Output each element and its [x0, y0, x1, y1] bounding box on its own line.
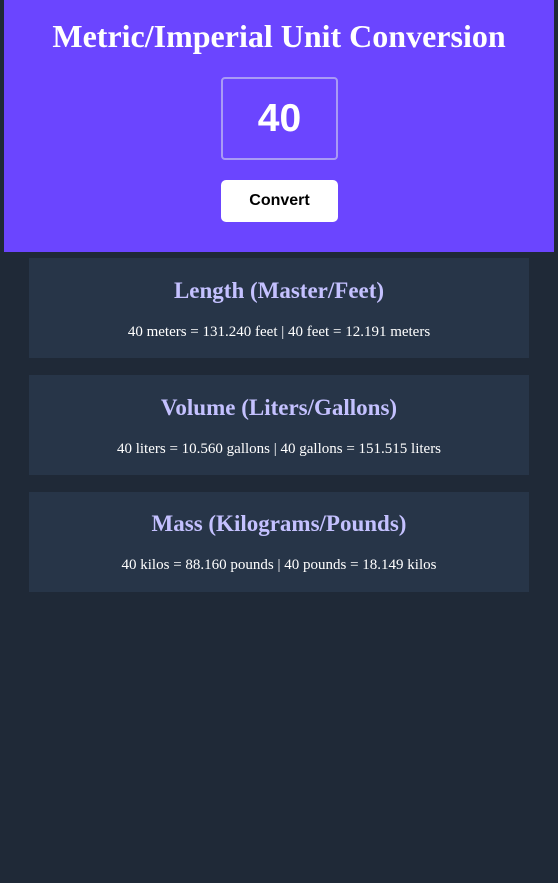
volume-card: Volume (Liters/Gallons) 40 liters = 10.5… [29, 375, 529, 475]
convert-button[interactable]: Convert [221, 180, 338, 222]
header: Metric/Imperial Unit Conversion Convert [4, 0, 554, 252]
length-card: Length (Master/Feet) 40 meters = 131.240… [29, 258, 529, 358]
mass-title: Mass (Kilograms/Pounds) [151, 511, 407, 536]
volume-title: Volume (Liters/Gallons) [160, 395, 398, 420]
mass-card: Mass (Kilograms/Pounds) 40 kilos = 88.16… [29, 492, 529, 592]
page-title: Metric/Imperial Unit Conversion [52, 18, 506, 54]
number-input[interactable] [221, 77, 338, 160]
volume-result: 40 liters = 10.560 gallons | 40 gallons … [116, 441, 442, 457]
mass-result: 40 kilos = 88.160 pounds | 40 pounds = 1… [121, 557, 437, 573]
length-title: Length (Master/Feet) [173, 278, 385, 303]
length-result: 40 meters = 131.240 feet | 40 feet = 12.… [127, 324, 431, 340]
